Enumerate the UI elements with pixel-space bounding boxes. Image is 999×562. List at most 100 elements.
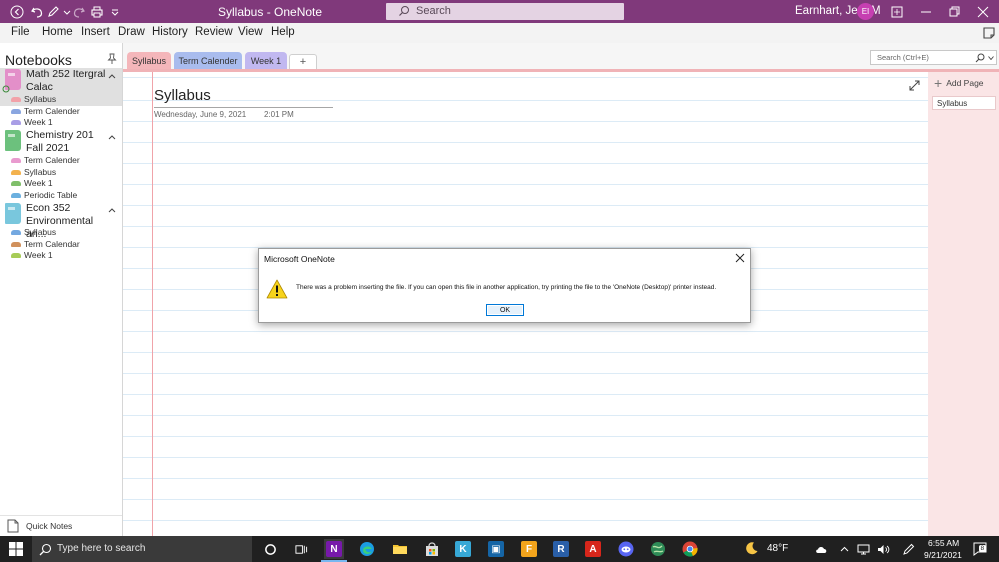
f-app-icon[interactable]: F [519, 539, 539, 559]
section-tab-icon [11, 181, 21, 186]
menu-history[interactable]: History [152, 26, 188, 38]
menu-insert[interactable]: Insert [81, 26, 110, 38]
search-icon[interactable] [975, 53, 985, 63]
network-icon[interactable] [857, 543, 870, 556]
menu-home[interactable]: Home [42, 26, 73, 38]
restore-icon[interactable] [946, 3, 963, 20]
title-bar: Syllabus - OneNote Search Earnhart, Jerr… [0, 0, 999, 23]
close-icon[interactable] [974, 3, 991, 20]
menu-file[interactable]: File [11, 26, 30, 38]
close-icon[interactable] [735, 253, 745, 263]
notebook-icon [5, 203, 21, 224]
cortana-icon[interactable] [260, 539, 280, 559]
notebook-chemistry-201[interactable]: Chemistry 201 Fall 2021 [0, 129, 122, 155]
section-label: Periodic Table [24, 190, 78, 200]
edge-app-icon[interactable] [357, 539, 377, 559]
dialog-body: There was a problem inserting the file. … [259, 268, 750, 322]
tab-term-calender[interactable]: Term Calender [174, 52, 242, 69]
page-date: Wednesday, June 9, 2021 [154, 110, 247, 119]
add-page-button[interactable]: + Add Page [934, 75, 984, 91]
file-explorer-icon[interactable] [390, 539, 410, 559]
cloud-icon[interactable] [815, 543, 828, 556]
section-periodic-table[interactable]: Periodic Table [0, 190, 122, 202]
section-label: Term Calender [24, 155, 80, 165]
r-app-icon[interactable]: R [551, 539, 571, 559]
section-week-1[interactable]: Week 1 [0, 250, 122, 262]
undo-icon[interactable] [28, 3, 45, 20]
chevron-down-icon[interactable] [988, 56, 994, 60]
page-time: 2:01 PM [264, 110, 294, 119]
notebook-title: Math 252 Itergral Calac [26, 68, 106, 93]
print-icon[interactable] [88, 3, 105, 20]
notifications-button[interactable]: 8 [973, 542, 987, 556]
chevron-up-icon[interactable] [108, 134, 116, 140]
section-label: Syllabus [24, 227, 57, 237]
chevron-up-icon[interactable] [108, 73, 116, 79]
tab-week-1[interactable]: Week 1 [245, 52, 287, 69]
back-icon[interactable] [8, 3, 25, 20]
redo-icon[interactable] [70, 3, 87, 20]
notebook-pane: Notebooks Math 252 Itergral Calac Syllab… [0, 43, 123, 536]
section-syllabus[interactable]: Syllabus [0, 227, 122, 239]
quick-notes-label: Quick Notes [26, 521, 73, 531]
full-page-view-icon[interactable] [909, 80, 920, 91]
quick-notes[interactable]: Quick Notes [0, 515, 122, 535]
section-label: Week 1 [24, 250, 53, 260]
page-list-item[interactable]: Syllabus [932, 96, 996, 110]
volume-icon[interactable] [877, 543, 890, 556]
section-tab-icon [11, 193, 21, 198]
tab-syllabus[interactable]: Syllabus [127, 52, 171, 69]
notebook-econ-352[interactable]: Econ 352 Environmental an... [0, 202, 122, 240]
notebooks-header[interactable]: Notebooks [5, 52, 72, 68]
blue-app-icon[interactable]: ▣ [486, 539, 506, 559]
chevron-up-icon[interactable] [108, 207, 116, 213]
title-search-box[interactable]: Search [386, 3, 624, 20]
pen-icon[interactable] [902, 543, 915, 556]
add-page-label: Add Page [946, 78, 984, 88]
page-search-input[interactable]: Search (Ctrl+E) [870, 50, 997, 65]
windows-start-icon[interactable] [9, 542, 23, 556]
section-tab-icon [11, 158, 21, 163]
sync-icon [2, 85, 10, 93]
section-label: Term Calender [24, 106, 80, 116]
section-term-calender[interactable]: Term Calender [0, 155, 122, 167]
avatar[interactable]: EI [857, 3, 874, 20]
task-view-icon[interactable] [291, 539, 311, 559]
pin-icon[interactable] [107, 53, 117, 65]
window-title: Syllabus - OneNote [218, 5, 323, 19]
minimize-icon[interactable] [917, 3, 934, 20]
section-label: Term Calendar [24, 239, 80, 249]
dialog-title-bar: Microsoft OneNote [259, 249, 750, 268]
menu-review[interactable]: Review [195, 26, 233, 38]
search-icon [399, 6, 409, 16]
ok-button[interactable]: OK [486, 304, 524, 316]
section-tab-icon [11, 230, 21, 235]
section-syllabus[interactable]: Syllabus [0, 94, 122, 106]
dialog-message: There was a problem inserting the file. … [296, 284, 717, 291]
store-app-icon[interactable] [422, 539, 442, 559]
section-tab-icon [11, 170, 21, 175]
sticky-notes-icon[interactable] [982, 26, 996, 40]
acrobat-app-icon[interactable]: A [583, 539, 603, 559]
page-title[interactable]: Syllabus [154, 87, 211, 104]
ribbon-display-icon[interactable] [888, 3, 905, 20]
k-app-icon[interactable]: K [453, 539, 473, 559]
discord-app-icon[interactable] [616, 539, 636, 559]
chrome-app-icon[interactable] [680, 539, 700, 559]
chevron-up-icon[interactable] [838, 543, 851, 556]
menu-view[interactable]: View [238, 26, 263, 38]
section-week-1[interactable]: Week 1 [0, 117, 122, 129]
menu-draw[interactable]: Draw [118, 26, 145, 38]
globe-app-icon[interactable] [648, 539, 668, 559]
section-week-1[interactable]: Week 1 [0, 178, 122, 190]
customize-toolbar-icon[interactable] [106, 3, 123, 20]
add-section-button[interactable]: + [289, 54, 317, 69]
clock-date[interactable]: 9/21/2021 [924, 550, 962, 560]
weather-widget[interactable]: 48°F [745, 541, 788, 555]
quick-notes-icon [7, 519, 19, 533]
menu-help[interactable]: Help [271, 26, 295, 38]
section-tab-icon [11, 97, 21, 102]
onenote-app-icon[interactable]: N [321, 539, 347, 562]
clock-time[interactable]: 6:55 AM [928, 538, 959, 548]
taskbar-search-box[interactable]: Type here to search [32, 536, 252, 562]
